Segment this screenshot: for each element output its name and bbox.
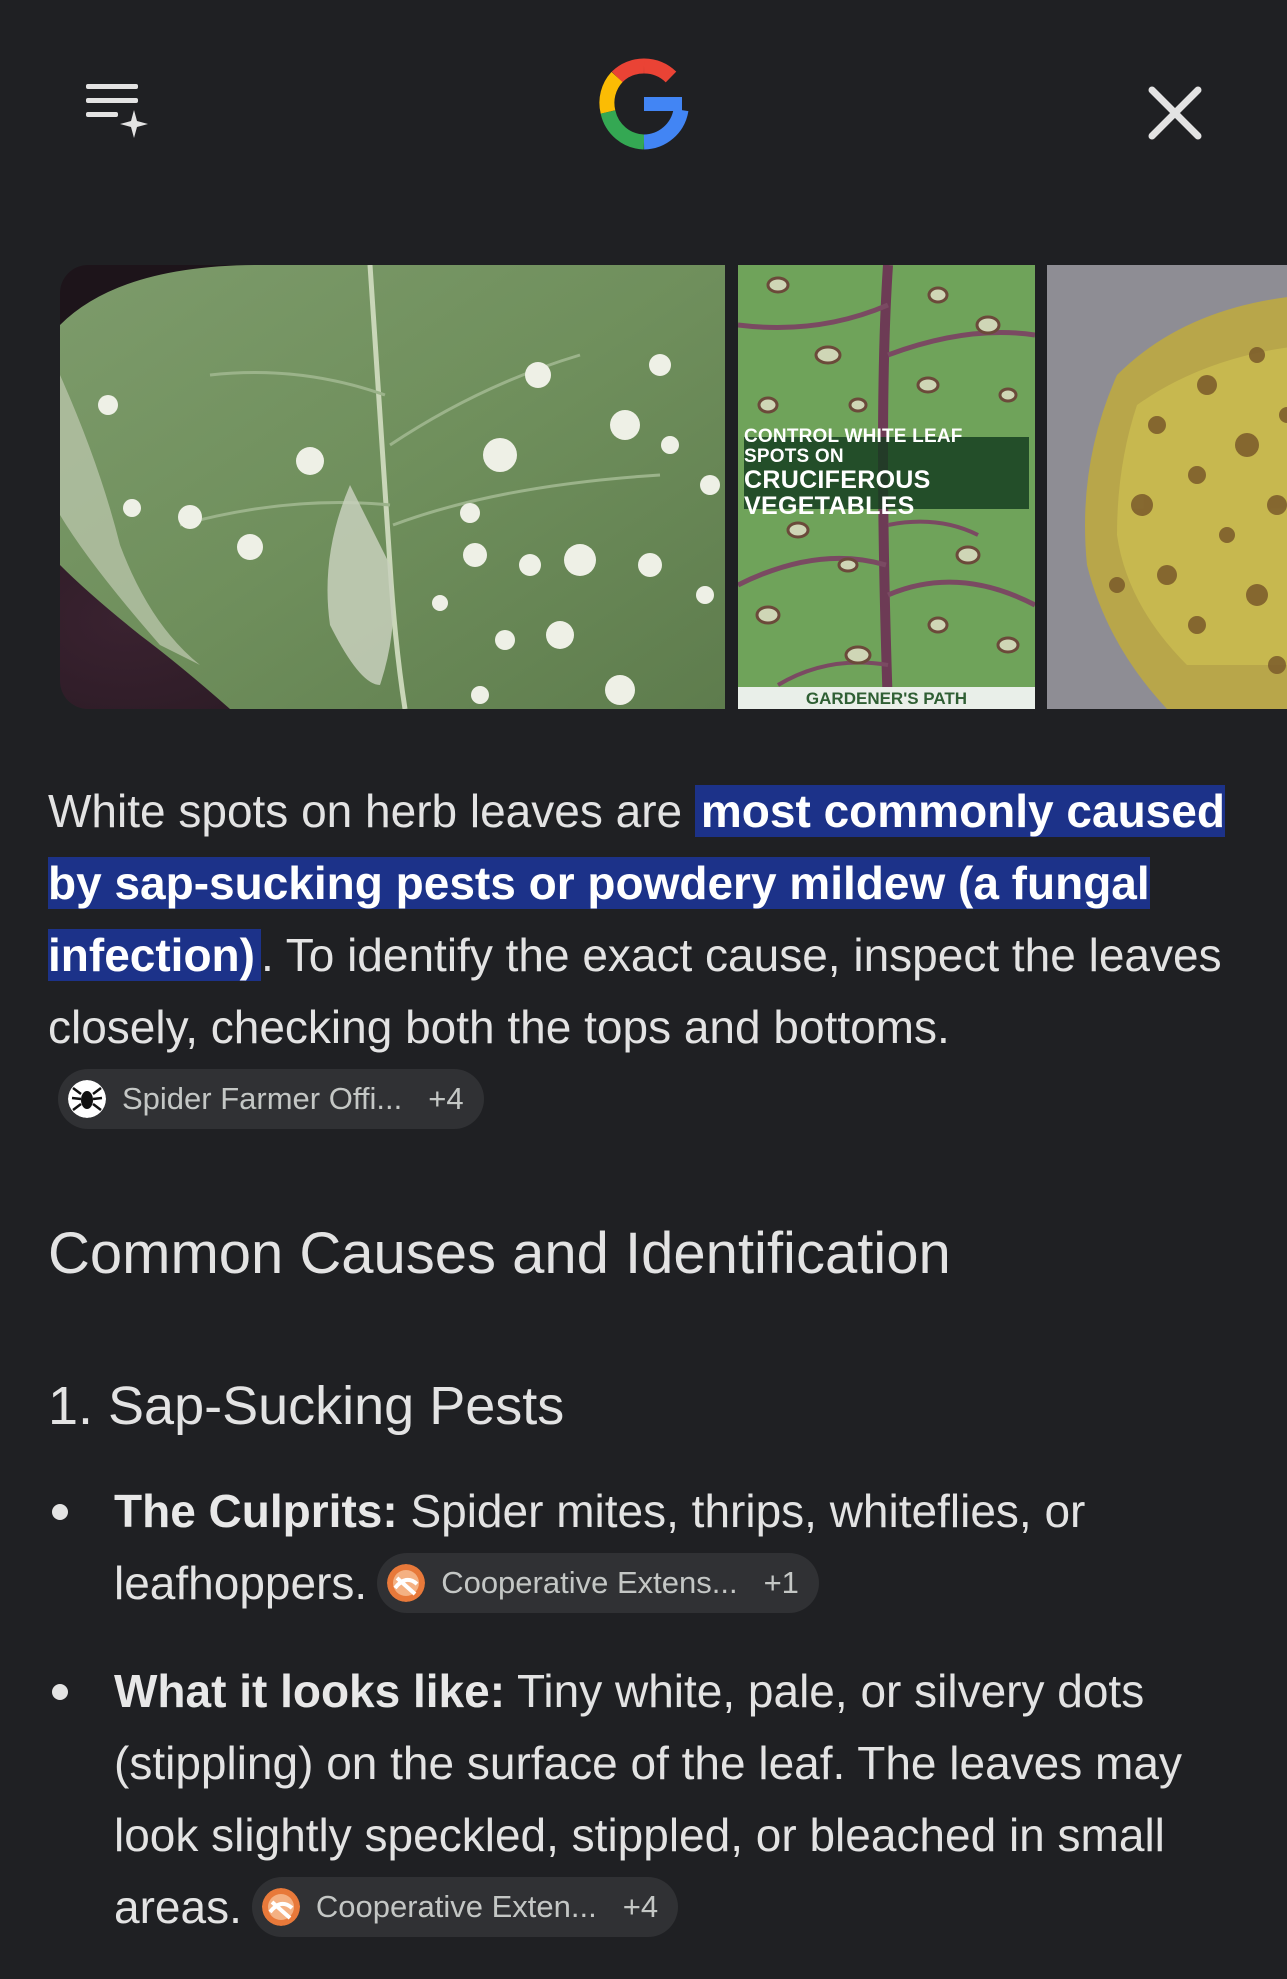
- google-g-logo: [592, 52, 696, 156]
- overlay-line-1: CONTROL WHITE LEAF SPOTS ON: [744, 425, 963, 467]
- close-icon[interactable]: [1140, 78, 1210, 148]
- source-chip-label: Spider Farmer Offi...: [122, 1080, 403, 1116]
- list-sparkle-icon[interactable]: [78, 70, 158, 150]
- source-chip-spider-farmer[interactable]: Spider Farmer Offi... +4: [58, 1068, 484, 1129]
- ai-overview-content: White spots on herb leaves are most comm…: [48, 775, 1248, 1979]
- cruciferous-leaf-spots-image[interactable]: CONTROL WHITE LEAF SPOTS ON CRUCIFEROUS …: [738, 265, 1035, 709]
- cooperative-extension-favicon-icon: [261, 1887, 300, 1926]
- list-item: The Culprits: Spider mites, thrips, whit…: [48, 1475, 1248, 1619]
- bullet-icon: [52, 1684, 68, 1700]
- summary-paragraph: White spots on herb leaves are most comm…: [48, 775, 1248, 1135]
- subsection-title: 1. Sap-Sucking Pests: [48, 1376, 565, 1436]
- image-overlay-footer: GARDENER'S PATH: [738, 687, 1035, 709]
- leaf-white-spots-image[interactable]: [60, 265, 725, 709]
- image-carousel[interactable]: CONTROL WHITE LEAF SPOTS ON CRUCIFEROUS …: [0, 265, 1287, 709]
- source-chip-count: +1: [763, 1564, 799, 1600]
- source-chip-count: +4: [428, 1080, 464, 1116]
- yellow-leaf-brown-spots-image[interactable]: [1047, 265, 1287, 709]
- spider-farmer-favicon-icon: [68, 1079, 106, 1118]
- source-chip-label: Cooperative Exten...: [315, 1888, 597, 1924]
- source-chip-label: Cooperative Extens...: [441, 1564, 738, 1600]
- overlay-line-2: CRUCIFEROUS VEGETABLES: [744, 465, 931, 520]
- bullet-label: What it looks like:: [114, 1665, 506, 1717]
- summary-text-before: White spots on herb leaves are: [48, 785, 695, 837]
- source-chip-count: +4: [622, 1888, 659, 1924]
- bullet-icon: [52, 1504, 68, 1520]
- top-bar: [0, 0, 1287, 230]
- bullet-label: The Culprits:: [114, 1485, 398, 1537]
- source-chip-cooperative-extension[interactable]: Cooperative Exten... +4: [251, 1876, 679, 1937]
- section-title: Common Causes and Identification: [48, 1221, 951, 1286]
- list-item: What it looks like: Tiny white, pale, or…: [48, 1655, 1248, 1943]
- source-chip-cooperative-extension[interactable]: Cooperative Extens... +1: [377, 1552, 819, 1613]
- cooperative-extension-favicon-icon: [387, 1563, 426, 1602]
- bullet-list: The Culprits: Spider mites, thrips, whit…: [48, 1475, 1248, 1943]
- image-overlay-title: CONTROL WHITE LEAF SPOTS ON CRUCIFEROUS …: [744, 426, 1029, 519]
